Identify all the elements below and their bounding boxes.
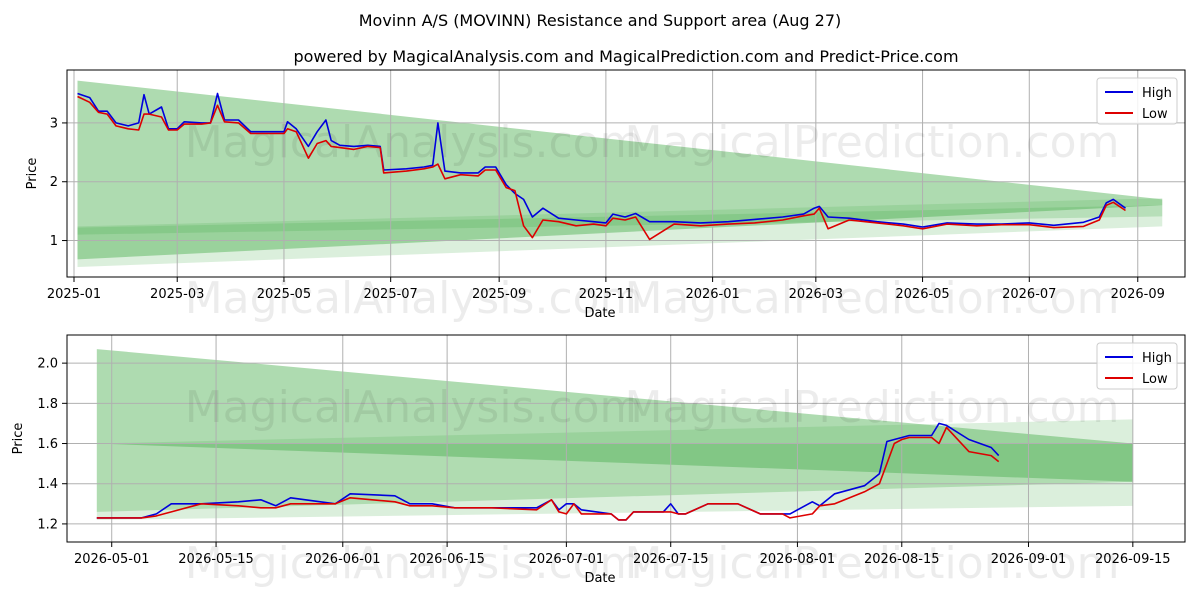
y-tick-label: 1.6 — [37, 437, 58, 452]
watermark: MagicalAnalysis.com — [185, 382, 643, 433]
legend-label-high: High — [1142, 351, 1172, 366]
y-tick-label: 2.0 — [37, 357, 58, 372]
x-axis-label: Date — [584, 306, 615, 321]
y-axis-label: Price — [25, 158, 40, 190]
x-tick-label: 2025-01 — [47, 287, 101, 302]
y-tick-label: 1.4 — [37, 477, 58, 492]
watermark: MagicalPrediction.com — [624, 117, 1119, 168]
chart-canvas: Movinn A/S (MOVINN) Resistance and Suppo… — [11, 11, 1186, 589]
legend: High Low — [1096, 77, 1178, 125]
watermark: MagicalAnalysis.com — [185, 273, 643, 324]
legend-label-high: High — [1142, 86, 1172, 101]
x-tick-label: 2026-05-01 — [74, 552, 150, 567]
legend-label-low: Low — [1142, 372, 1168, 387]
legend: High Low — [1096, 342, 1178, 390]
y-tick-label: 1 — [50, 234, 58, 249]
y-tick-label: 3 — [50, 116, 58, 131]
watermark: MagicalPrediction.com — [624, 538, 1119, 589]
y-tick-label: 2 — [50, 175, 58, 190]
watermark: MagicalPrediction.com — [624, 273, 1119, 324]
chart-title: Movinn A/S (MOVINN) Resistance and Suppo… — [359, 11, 842, 30]
watermark: MagicalPrediction.com — [624, 382, 1119, 433]
watermark: MagicalAnalysis.com — [185, 117, 643, 168]
watermark: MagicalAnalysis.com — [185, 538, 643, 589]
legend-label-low: Low — [1142, 107, 1168, 122]
y-tick-label: 1.8 — [37, 397, 58, 412]
x-axis-label: Date — [584, 571, 615, 586]
y-axis-label: Price — [11, 423, 26, 455]
chart-panel-1: 2025-01 2025-03 2025-05 2025-07 2025-09 2025-… — [25, 69, 1186, 324]
chart-subtitle: powered by MagicalAnalysis.com and Magic… — [293, 47, 958, 66]
y-tick-label: 1.2 — [37, 517, 58, 532]
chart-panel-2: 2026-05-01 2026-05-15 2026-06-01 2026-06-15… — [11, 334, 1186, 589]
